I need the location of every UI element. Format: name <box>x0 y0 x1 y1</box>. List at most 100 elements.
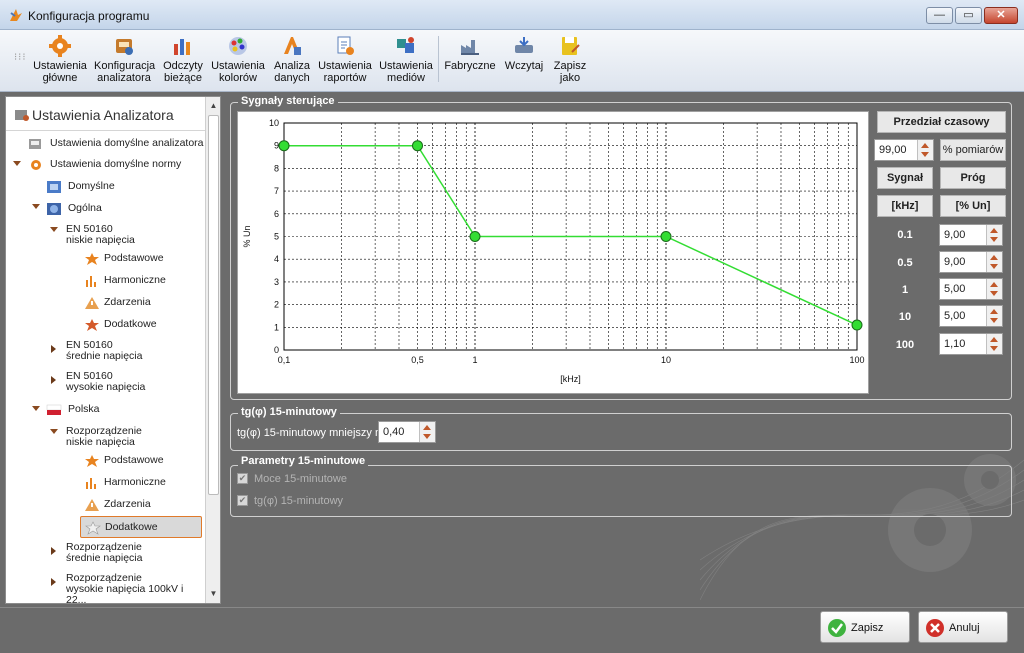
toolbar-label: Wczytaj <box>504 60 544 72</box>
tree-item-general[interactable]: Ogólna <box>46 202 102 215</box>
minimize-button[interactable]: — <box>926 7 953 24</box>
toolbar-data-analysis-button[interactable]: Analiza danych <box>270 32 314 88</box>
toolbar-save-as-button[interactable]: Zapisz jako <box>550 32 590 88</box>
tree-item-analyzer-defaults[interactable]: Ustawienia domyślne analizatora <box>28 137 204 149</box>
toolbar-load-button[interactable]: Wczytaj <box>502 32 546 88</box>
toolbar-label: Odczyty bieżące <box>163 60 203 84</box>
toolbar-factory-button[interactable]: Fabryczne <box>444 32 496 88</box>
expand-arrow-icon[interactable] <box>50 227 58 232</box>
spin-down-icon[interactable] <box>921 152 929 157</box>
spinner-buttons[interactable] <box>986 252 1002 272</box>
toolbar-label: Zapisz jako <box>553 60 587 84</box>
spinner-buttons[interactable] <box>419 422 435 442</box>
spin-down-icon[interactable] <box>990 346 998 351</box>
expand-arrow-icon[interactable] <box>50 429 58 434</box>
spinner-buttons[interactable] <box>986 306 1002 326</box>
interval-spinner[interactable]: 99,00 <box>874 139 934 161</box>
threshold-spinner[interactable]: 5,00 <box>939 278 1003 300</box>
analyzer-icon <box>29 139 41 149</box>
spin-down-icon[interactable] <box>990 237 998 242</box>
tree-item-regulation-medium[interactable]: Rozporządzenie średnie napięcia <box>66 542 142 564</box>
tree-item-en50160-medium[interactable]: EN 50160 średnie napięcia <box>66 340 142 362</box>
scroll-up-icon[interactable]: ▲ <box>208 99 219 112</box>
expand-arrow-icon[interactable] <box>32 406 40 411</box>
spinner-buttons[interactable] <box>917 140 933 160</box>
spin-up-icon[interactable] <box>990 255 998 260</box>
cancel-label: Anuluj <box>949 622 980 634</box>
expand-arrow-icon[interactable] <box>32 204 40 209</box>
toolbar-grip[interactable]: ⁝⁝⁝ <box>14 52 27 63</box>
threshold-spinner[interactable]: 9,00 <box>939 251 1003 273</box>
analyzer-settings-icon <box>15 110 29 121</box>
threshold-spinner[interactable]: 9,00 <box>939 224 1003 246</box>
threshold-value: 5,00 <box>944 310 966 322</box>
collapse-arrow-icon[interactable] <box>51 376 56 384</box>
close-button[interactable]: ✕ <box>984 7 1018 24</box>
spin-up-icon[interactable] <box>921 143 929 148</box>
spin-up-icon[interactable] <box>990 309 998 314</box>
tree-item-regulation-high[interactable]: Rozporządzenie wysokie napięcia 100kV i … <box>66 573 205 604</box>
toolbar-media-settings-button[interactable]: Ustawienia mediów <box>378 32 434 88</box>
spin-down-icon[interactable] <box>423 434 431 439</box>
spinner-buttons[interactable] <box>986 334 1002 354</box>
cancel-icon <box>926 619 944 637</box>
restore-button[interactable]: ▭ <box>955 7 982 24</box>
tree-header: Ustawienia Analizatora <box>6 97 205 131</box>
threshold-spinner[interactable]: 1,10 <box>939 333 1003 355</box>
signal-unit-header: [kHz] <box>877 195 933 217</box>
tg-phi-15min-checkbox[interactable]: ✔ <box>237 495 248 506</box>
gear-icon <box>49 35 71 57</box>
scroll-down-icon[interactable]: ▼ <box>208 587 219 600</box>
tree-item-en50160-low[interactable]: EN 50160 niskie napięcia <box>66 224 135 246</box>
tree-item-basic[interactable]: Podstawowe <box>84 454 164 467</box>
expand-arrow-icon[interactable] <box>13 161 21 166</box>
spin-down-icon[interactable] <box>990 291 998 296</box>
power-15min-label: Moce 15-minutowe <box>254 473 347 485</box>
additional-icon <box>85 521 101 535</box>
tree-item-label: Ustawienia domyślne normy <box>50 158 182 170</box>
tg-phi-15min-label: tg(φ) 15-minutowy <box>254 495 344 507</box>
data-point <box>469 231 481 242</box>
scrollbar-thumb[interactable] <box>208 115 219 495</box>
collapse-arrow-icon[interactable] <box>51 578 56 586</box>
collapse-arrow-icon[interactable] <box>51 345 56 353</box>
tree-item-basic[interactable]: Podstawowe <box>84 252 164 265</box>
toolbar-report-settings-button[interactable]: Ustawienia raportów <box>318 32 372 88</box>
tree-item-additional[interactable]: Dodatkowe <box>84 318 157 331</box>
tree-item-poland[interactable]: Polska <box>46 403 100 415</box>
toolbar-color-settings-button[interactable]: Ustawienia kolorów <box>210 32 266 88</box>
threshold-spinner[interactable]: 5,00 <box>939 305 1003 327</box>
tree-item-events[interactable]: Zdarzenia <box>84 296 151 309</box>
tree-item-label: Harmoniczne <box>104 476 166 488</box>
cancel-button[interactable]: Anuluj <box>918 611 1008 643</box>
tree-item-norm-defaults[interactable]: Ustawienia domyślne normy <box>28 158 181 170</box>
tree-scrollbar[interactable]: ▲ ▼ <box>205 97 220 603</box>
spin-up-icon[interactable] <box>990 282 998 287</box>
spinner-buttons[interactable] <box>986 225 1002 245</box>
spin-down-icon[interactable] <box>990 264 998 269</box>
tree-item-harmonics[interactable]: Harmoniczne <box>84 274 166 287</box>
tree-item-additional-selected[interactable]: Dodatkowe <box>80 516 202 538</box>
spin-up-icon[interactable] <box>423 425 431 430</box>
tree-item-en50160-high[interactable]: EN 50160 wysokie napięcia <box>66 371 145 393</box>
spin-up-icon[interactable] <box>990 337 998 342</box>
data-point <box>851 319 863 331</box>
toolbar-label: Ustawienia mediów <box>379 60 433 84</box>
data-point <box>412 140 424 152</box>
spin-down-icon[interactable] <box>990 318 998 323</box>
tree-item-events[interactable]: Zdarzenia <box>84 498 151 511</box>
toolbar-current-readings-button[interactable]: Odczyty bieżące <box>160 32 206 88</box>
save-button[interactable]: Zapisz <box>820 611 910 643</box>
window-title: Konfiguracja programu <box>28 9 150 23</box>
tg-phi-spinner[interactable]: 0,40 <box>378 421 436 443</box>
spin-up-icon[interactable] <box>990 228 998 233</box>
toolbar-analyzer-config-button[interactable]: Konfiguracja analizatora <box>94 32 155 88</box>
power-15min-checkbox[interactable]: ✔ <box>237 473 248 484</box>
tree-item-regulation-low[interactable]: Rozporządzenie niskie napięcia <box>66 426 142 448</box>
spinner-buttons[interactable] <box>986 279 1002 299</box>
tree-item-harmonics[interactable]: Harmoniczne <box>84 476 166 489</box>
tree-item-default[interactable]: Domyślne <box>46 180 115 193</box>
toolbar-main-settings-button[interactable]: Ustawienia główne <box>32 32 88 88</box>
tg-phi-title: tg(φ) 15-minutowy <box>238 406 340 418</box>
collapse-arrow-icon[interactable] <box>51 547 56 555</box>
